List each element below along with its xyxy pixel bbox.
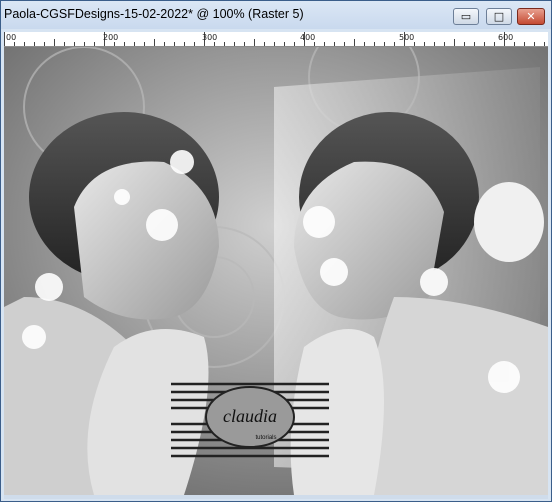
horizontal-ruler: 00 200 300 400 500 600 (4, 32, 548, 47)
maximize-icon: □ (493, 10, 505, 23)
ruler-tick (454, 39, 455, 46)
ruler-tick (144, 42, 145, 46)
ruler-tick (424, 42, 425, 46)
watermark-text: claudia (223, 406, 277, 426)
ruler-tick (354, 39, 355, 46)
ruler-tick (534, 42, 535, 46)
ruler-tick (124, 42, 125, 46)
ruler-tick (274, 42, 275, 46)
ruler-tick (134, 42, 135, 46)
ruler-tick (224, 42, 225, 46)
ruler-tick (24, 42, 25, 46)
ruler-tick (284, 42, 285, 46)
ruler-tick (414, 42, 415, 46)
ruler-tick (194, 42, 195, 46)
ruler-tick (94, 42, 95, 46)
ruler-tick (524, 42, 525, 46)
ruler-tick (64, 42, 65, 46)
ruler-tick (444, 42, 445, 46)
close-icon: ✕ (526, 10, 536, 23)
ruler-tick (4, 32, 5, 46)
ruler-label: 00 (6, 33, 17, 42)
ruler-tick (434, 42, 435, 46)
ruler-tick (294, 42, 295, 46)
minimize-button[interactable]: ▭ (453, 8, 479, 25)
ruler-tick (344, 42, 345, 46)
watermark-tagline: tutorials (255, 435, 276, 441)
ruler-tick (464, 42, 465, 46)
minimize-icon: ▭ (460, 10, 472, 23)
ruler-tick (394, 42, 395, 46)
window-title: Paola-CGSFDesigns-15-02-2022* @ 100% (Ra… (4, 7, 304, 21)
ruler-tick (164, 42, 165, 46)
left-portrait (4, 112, 219, 495)
ruler-label: 600 (498, 33, 514, 42)
ruler-tick (44, 42, 45, 46)
ruler-tick (14, 42, 15, 46)
ruler-tick (264, 42, 265, 46)
ruler-tick (254, 39, 255, 46)
ruler-tick (114, 42, 115, 46)
image-canvas[interactable]: claudia tutorials (4, 47, 548, 495)
ruler-tick (184, 42, 185, 46)
ruler-tick (154, 39, 155, 46)
window-bottom-border (4, 495, 548, 499)
ruler-label: 300 (202, 33, 218, 42)
maximize-button[interactable]: □ (486, 8, 512, 25)
ruler-tick (234, 42, 235, 46)
ruler-tick (374, 42, 375, 46)
ruler-tick (544, 42, 545, 46)
close-button[interactable]: ✕ (517, 8, 545, 25)
ruler-tick (214, 42, 215, 46)
ruler-tick (174, 42, 175, 46)
ruler-tick (244, 42, 245, 46)
window-titlebar[interactable]: Paola-CGSFDesigns-15-02-2022* @ 100% (Ra… (1, 1, 551, 29)
image-window: Paola-CGSFDesigns-15-02-2022* @ 100% (Ra… (0, 0, 552, 502)
ruler-tick (384, 42, 385, 46)
ruler-tick (324, 42, 325, 46)
ruler-tick (334, 42, 335, 46)
ruler-label: 500 (399, 33, 415, 42)
ruler-label: 400 (300, 33, 316, 42)
ruler-tick (314, 42, 315, 46)
ruler-tick (84, 42, 85, 46)
ruler-tick (514, 42, 515, 46)
ruler-tick (484, 42, 485, 46)
ruler-tick (54, 39, 55, 46)
ruler-tick (474, 42, 475, 46)
ruler-tick (494, 42, 495, 46)
ruler-tick (74, 42, 75, 46)
ruler-label: 200 (103, 33, 119, 42)
artwork: claudia tutorials (4, 47, 548, 495)
ruler-tick (34, 42, 35, 46)
ruler-tick (364, 42, 365, 46)
